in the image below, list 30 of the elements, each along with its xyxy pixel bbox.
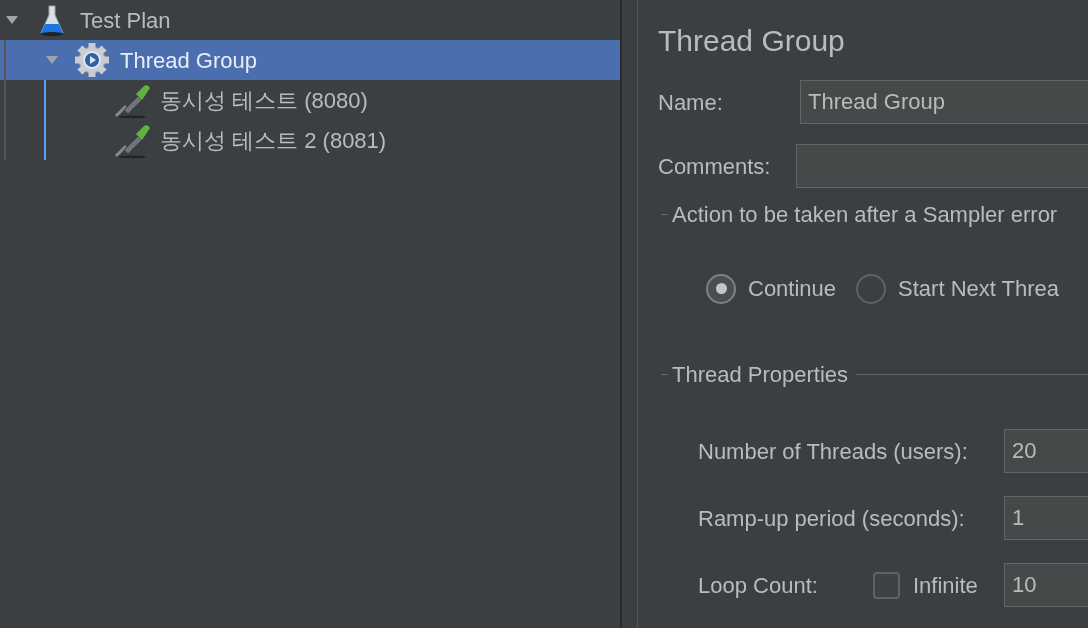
input-field[interactable]: Thread Group: [800, 80, 1088, 124]
input-field[interactable]: [796, 144, 1088, 188]
checkbox[interactable]: Infinite: [873, 568, 1004, 602]
field-label: Comments:: [658, 152, 772, 181]
tree-item[interactable]: 동시성 테스트 2 (8081): [0, 120, 620, 160]
field-label: Ramp-up period (seconds):: [698, 504, 966, 533]
tree-item[interactable]: 동시성 테스트 (8080): [0, 80, 620, 120]
radio-button[interactable]: Continue: [706, 272, 837, 305]
group-legend: Thread Properties: [672, 358, 849, 391]
gear-icon: [74, 42, 110, 78]
field-label: Name:: [658, 88, 724, 117]
expand-triangle-icon: [6, 16, 18, 24]
field-label: Number of Threads (users):: [698, 437, 969, 466]
field-label: Loop Count:: [698, 571, 819, 600]
pipette-icon: [112, 82, 152, 118]
tree-item-label: Test Plan: [80, 6, 171, 35]
tree-item[interactable]: Thread Group: [0, 40, 620, 80]
tree-item-label: 동시성 테스트 (8080): [160, 86, 368, 115]
pipette-icon: [112, 122, 152, 158]
group-legend: Action to be taken after a Sampler error: [672, 198, 1058, 231]
expand-triangle-icon: [46, 56, 58, 64]
radio-button[interactable]: Start Next Threa: [856, 272, 1060, 305]
tree-item-label: 동시성 테스트 2 (8081): [160, 126, 387, 155]
tree-item-label: Thread Group: [120, 46, 257, 75]
tree-item[interactable]: Test Plan: [0, 0, 620, 40]
panel-title: Thread Group: [658, 23, 846, 59]
input-field[interactable]: 20: [1004, 429, 1088, 473]
input-field[interactable]: 1: [1004, 496, 1088, 540]
flask-icon: [39, 4, 65, 36]
input-field[interactable]: 10: [1004, 563, 1088, 607]
